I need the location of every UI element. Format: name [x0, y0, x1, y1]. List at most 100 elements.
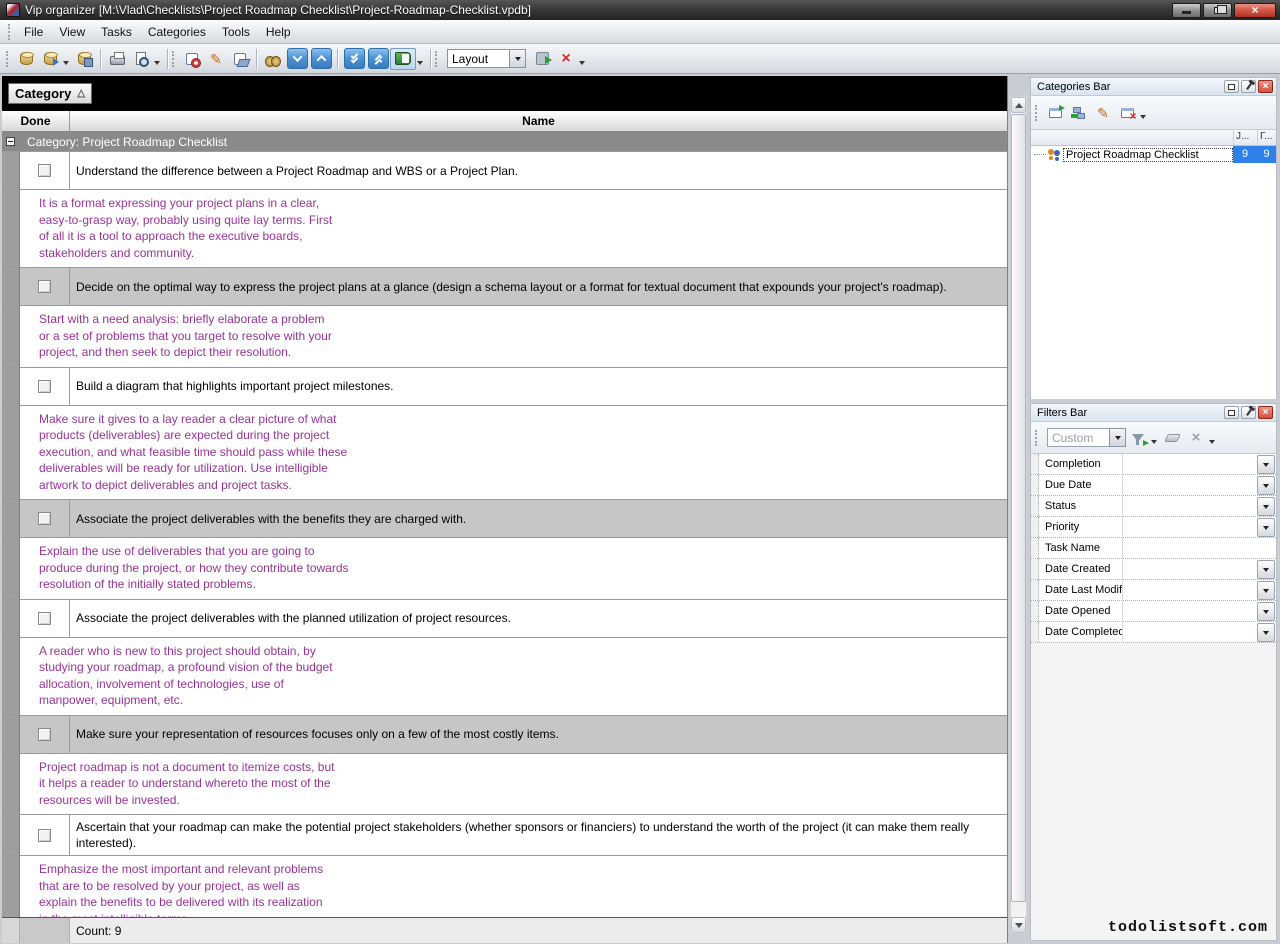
task-note-row[interactable]: Explain the use of deliverables that you… [2, 538, 1007, 600]
task-done-checkbox[interactable] [38, 829, 51, 842]
menu-tasks[interactable]: Tasks [93, 22, 140, 42]
task-row[interactable]: Decide on the optimal way to express the… [2, 268, 1007, 306]
task-note-row[interactable]: It is a format expressing your project p… [2, 190, 1007, 268]
delete-category-button[interactable] [1115, 102, 1139, 124]
filter-row-date-opened[interactable]: Date Opened [1031, 601, 1276, 622]
task-done-checkbox[interactable] [38, 164, 51, 177]
categories-count-column-1[interactable]: J... [1233, 130, 1257, 145]
filter-row-date-last-modified[interactable]: Date Last Modifie [1031, 580, 1276, 601]
layout-combobox[interactable]: Layout [447, 49, 526, 68]
filter-row-task-name[interactable]: Task Name [1031, 538, 1276, 559]
filter-dropdown-button[interactable] [1257, 581, 1275, 600]
layout-view-dropdown-icon[interactable] [417, 61, 423, 65]
new-category-button[interactable] [1043, 102, 1067, 124]
filter-row-date-created[interactable]: Date Created [1031, 559, 1276, 580]
categories-close-button[interactable]: × [1258, 80, 1273, 93]
filters-toolbar-grip[interactable] [1035, 430, 1038, 446]
task-note-row[interactable]: Emphasize the most important and relevan… [2, 856, 1007, 917]
task-row[interactable]: Make sure your representation of resourc… [2, 716, 1007, 754]
print-preview-dropdown-icon[interactable] [154, 61, 160, 65]
filter-dropdown-button[interactable] [1257, 602, 1275, 621]
collapse-icon[interactable] [6, 137, 15, 146]
task-note-row[interactable]: Start with a need analysis: briefly elab… [2, 306, 1007, 368]
scroll-up-button[interactable] [1011, 97, 1026, 113]
open-database-button[interactable] [38, 48, 62, 70]
task-row[interactable]: Build a diagram that highlights importan… [2, 368, 1007, 406]
scrollbar-track[interactable] [1011, 902, 1026, 917]
filter-dropdown-button[interactable] [1257, 497, 1275, 516]
filter-dropdown-button[interactable] [1257, 476, 1275, 495]
menu-help[interactable]: Help [258, 22, 299, 42]
category-group-row[interactable]: Category: Project Roadmap Checklist [2, 132, 1007, 152]
move-to-bottom-button[interactable] [342, 48, 366, 70]
filter-value-cell[interactable] [1123, 601, 1257, 621]
column-header-done[interactable]: Done [2, 111, 70, 131]
move-down-button[interactable] [285, 48, 309, 70]
filter-dropdown-button[interactable] [1257, 455, 1275, 474]
edit-category-button[interactable]: ✎ [1091, 102, 1115, 124]
toolbar-grip[interactable] [172, 51, 175, 67]
task-row[interactable]: Ascertain that your roadmap can make the… [2, 815, 1007, 856]
save-database-button[interactable] [72, 48, 96, 70]
filter-preset-value[interactable]: Custom [1047, 428, 1109, 447]
categories-toolbar-overflow-icon[interactable] [1140, 115, 1146, 119]
filter-row-due-date[interactable]: Due Date [1031, 475, 1276, 496]
apply-filter-dropdown-icon[interactable] [1151, 440, 1157, 444]
restore-button[interactable] [1203, 3, 1232, 18]
new-subcategory-button[interactable] [1067, 102, 1091, 124]
task-note-row[interactable]: Project roadmap is not a document to ite… [2, 754, 1007, 816]
task-note-row[interactable]: A reader who is new to this project shou… [2, 638, 1007, 716]
filter-value-cell[interactable] [1123, 517, 1257, 537]
filter-row-date-completed[interactable]: Date Completed [1031, 622, 1276, 643]
filter-value-cell[interactable] [1123, 538, 1276, 558]
filter-value-cell[interactable] [1123, 496, 1257, 516]
apply-filter-button[interactable] [1126, 427, 1150, 449]
filter-row-completion[interactable]: Completion [1031, 454, 1276, 475]
menu-tools[interactable]: Tools [214, 22, 258, 42]
task-row[interactable]: Understand the difference between a Proj… [2, 152, 1007, 190]
task-done-checkbox[interactable] [38, 728, 51, 741]
task-note-row[interactable]: Make sure it gives to a lay reader a cle… [2, 406, 1007, 501]
layout-combobox-dropdown-button[interactable] [509, 49, 526, 68]
apply-layout-button[interactable] [530, 48, 554, 70]
category-item-row[interactable]: Project Roadmap Checklist 9 9 [1031, 146, 1276, 163]
new-task-button[interactable] [180, 48, 204, 70]
filters-pin-button[interactable] [1241, 406, 1256, 419]
task-done-checkbox[interactable] [38, 380, 51, 393]
column-header-name[interactable]: Name [70, 111, 1007, 131]
menu-file[interactable]: File [16, 22, 51, 42]
move-up-button[interactable] [309, 48, 333, 70]
task-row[interactable]: Associate the project deliverables with … [2, 500, 1007, 538]
menu-categories[interactable]: Categories [140, 22, 214, 42]
task-done-checkbox[interactable] [38, 280, 51, 293]
menu-view[interactable]: View [51, 22, 93, 42]
categories-count-column-2[interactable]: Г... [1257, 130, 1276, 145]
filter-value-cell[interactable] [1123, 475, 1257, 495]
menubar-grip[interactable] [8, 24, 11, 40]
new-database-button[interactable] [14, 48, 38, 70]
clear-filter-button[interactable] [1160, 427, 1184, 449]
scroll-down-button[interactable] [1011, 917, 1026, 933]
layout-combobox-value[interactable]: Layout [447, 49, 509, 68]
print-preview-button[interactable] [129, 48, 153, 70]
categories-toolbar-grip[interactable] [1035, 105, 1038, 121]
toolbar-grip[interactable] [6, 51, 9, 67]
filters-restore-button[interactable] [1224, 406, 1239, 419]
filter-row-status[interactable]: Status [1031, 496, 1276, 517]
categories-pin-button[interactable] [1241, 80, 1256, 93]
filter-dropdown-button[interactable] [1257, 623, 1275, 642]
scrollbar-thumb[interactable] [1011, 114, 1026, 902]
task-list-scrollbar[interactable] [1010, 96, 1027, 934]
filter-value-cell[interactable] [1123, 454, 1257, 474]
minimize-button[interactable] [1172, 3, 1201, 18]
close-button[interactable]: × [1234, 3, 1276, 18]
print-button[interactable] [105, 48, 129, 70]
category-item-label[interactable]: Project Roadmap Checklist [1063, 148, 1233, 162]
move-to-top-button[interactable] [366, 48, 390, 70]
task-done-checkbox[interactable] [38, 512, 51, 525]
delete-layout-button[interactable]: × [554, 48, 578, 70]
filter-dropdown-button[interactable] [1257, 518, 1275, 537]
filter-dropdown-button[interactable] [1257, 560, 1275, 579]
toolbar-overflow-icon[interactable] [579, 61, 585, 65]
filter-value-cell[interactable] [1123, 559, 1257, 579]
